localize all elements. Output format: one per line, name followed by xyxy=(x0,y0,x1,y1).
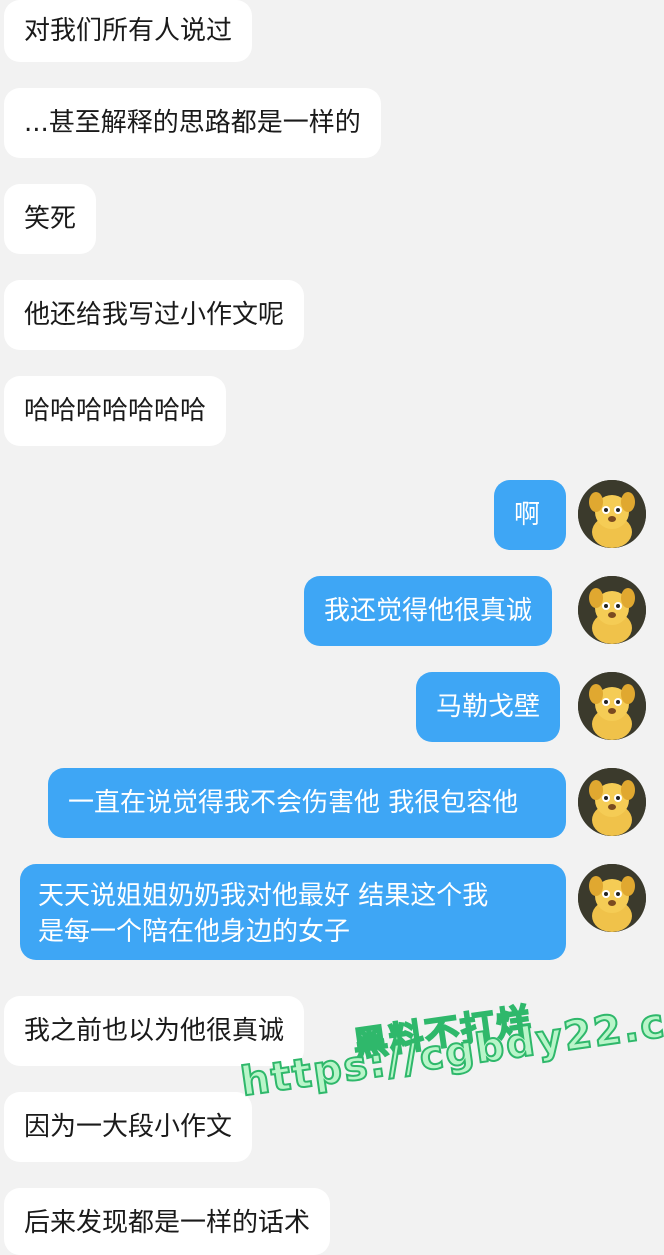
avatar[interactable] xyxy=(578,864,646,932)
message-bubble-incoming[interactable]: 哈哈哈哈哈哈哈 xyxy=(4,376,227,446)
message-bubble-incoming[interactable]: 我之前也以为他很真诚 xyxy=(4,996,305,1066)
avatar[interactable] xyxy=(578,768,646,836)
avatar[interactable] xyxy=(578,480,646,548)
cartoon-dog-avatar-icon xyxy=(578,768,646,836)
message-bubble-outgoing[interactable]: 天天说姐姐奶奶我对他最好 结果这个我 是每一个陪在他身边的女子 xyxy=(20,864,566,960)
avatar[interactable] xyxy=(578,576,646,644)
message-bubble-outgoing[interactable]: 马勒戈壁 xyxy=(416,672,561,742)
message-line: 是每一个陪在他身边的女子 xyxy=(38,917,351,947)
avatar[interactable] xyxy=(578,672,646,740)
message-bubble-incoming[interactable]: ...甚至解释的思路都是一样的 xyxy=(4,88,381,158)
message-bubble-incoming[interactable]: 他还给我写过小作文呢 xyxy=(4,280,305,350)
message-bubble-incoming[interactable]: 因为一大段小作文 xyxy=(4,1092,253,1162)
message-bubble-outgoing[interactable]: 啊 xyxy=(494,480,566,550)
cartoon-dog-avatar-icon xyxy=(578,864,646,932)
cartoon-dog-avatar-icon xyxy=(578,576,646,644)
message-bubble-outgoing[interactable]: 一直在说觉得我不会伤害他 我很包容他 xyxy=(48,768,566,838)
cartoon-dog-avatar-icon xyxy=(578,480,646,548)
message-bubble-incoming[interactable]: 后来发现都是一样的话术 xyxy=(4,1188,331,1255)
message-bubble-incoming[interactable]: 笑死 xyxy=(4,184,97,254)
message-bubble-incoming[interactable]: 对我们所有人说过 xyxy=(4,0,253,62)
message-bubble-outgoing[interactable]: 我还觉得他很真诚 xyxy=(304,576,553,646)
cartoon-dog-avatar-icon xyxy=(578,672,646,740)
message-line: 天天说姐姐奶奶我对他最好 结果这个我 xyxy=(38,881,489,911)
